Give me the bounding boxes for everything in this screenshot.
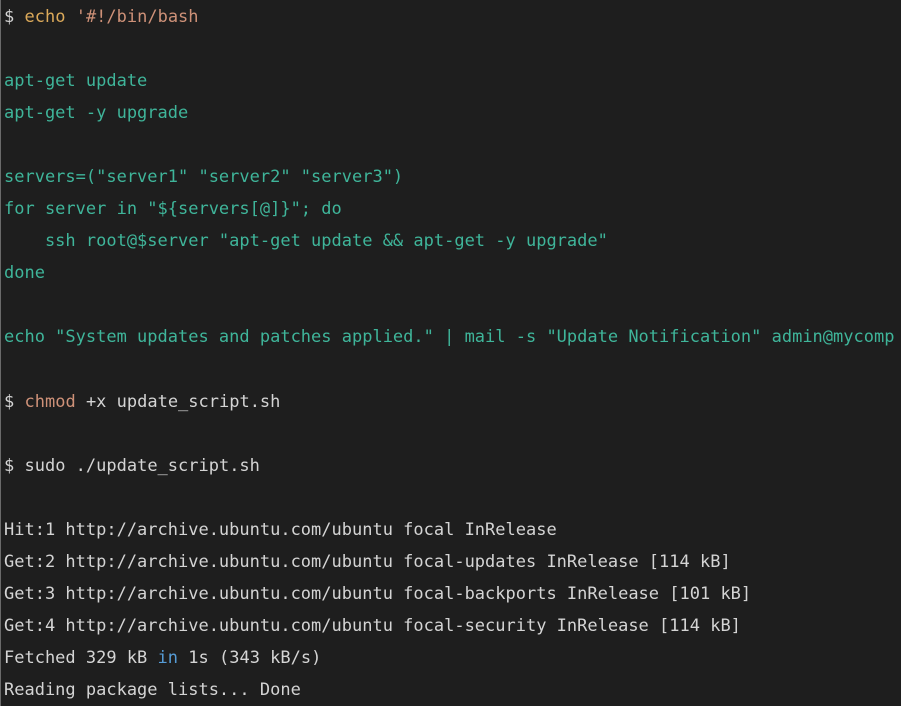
output-line-get-3: Get:3 http://archive.ubuntu.com/ubuntu f…	[4, 584, 752, 604]
script-line-ssh: ssh root@$server "apt-get update && apt-…	[4, 231, 608, 251]
terminal-line-sudo: $ sudo ./update_script.sh	[4, 455, 260, 477]
script-line-for-loop: for server in "${servers[@]}"; do	[4, 199, 342, 219]
output-line-get-4: Get:4 http://archive.ubuntu.com/ubuntu f…	[4, 616, 741, 636]
prompt-symbol: $	[4, 392, 15, 412]
script-line-apt-update: apt-get update	[4, 71, 148, 91]
command-echo: echo	[24, 7, 66, 27]
command-chmod: chmod	[24, 392, 76, 412]
prompt-symbol: $	[4, 7, 15, 27]
chmod-args: +x update_script.sh	[85, 392, 281, 412]
terminal-window[interactable]: $ echo '#!/bin/bash apt-get update apt-g…	[0, 0, 901, 706]
shebang-string: '#!/bin/bash	[75, 7, 199, 27]
output-line-hit-1: Hit:1 http://archive.ubuntu.com/ubuntu f…	[4, 520, 557, 540]
script-line-servers-array: servers=("server1" "server2" "server3")	[4, 167, 404, 187]
keyword-in: in	[157, 648, 179, 668]
terminal-line-echo-shebang: $ echo '#!/bin/bash	[4, 6, 199, 28]
fetched-suffix: 1s (343 kB/s)	[188, 648, 322, 668]
script-line-done: done	[4, 263, 45, 283]
fetched-prefix: Fetched 329 kB	[4, 648, 148, 668]
terminal-line-chmod: $ chmod +x update_script.sh	[4, 391, 280, 413]
output-line-fetched: Fetched 329 kB in 1s (343 kB/s)	[4, 647, 321, 669]
output-line-reading-lists: Reading package lists... Done	[4, 680, 301, 700]
output-line-get-2: Get:2 http://archive.ubuntu.com/ubuntu f…	[4, 552, 731, 572]
script-line-mail: echo "System updates and patches applied…	[4, 327, 895, 347]
sudo-command: sudo ./update_script.sh	[24, 456, 260, 476]
prompt-symbol: $	[4, 456, 15, 476]
script-line-apt-upgrade: apt-get -y upgrade	[4, 103, 189, 123]
